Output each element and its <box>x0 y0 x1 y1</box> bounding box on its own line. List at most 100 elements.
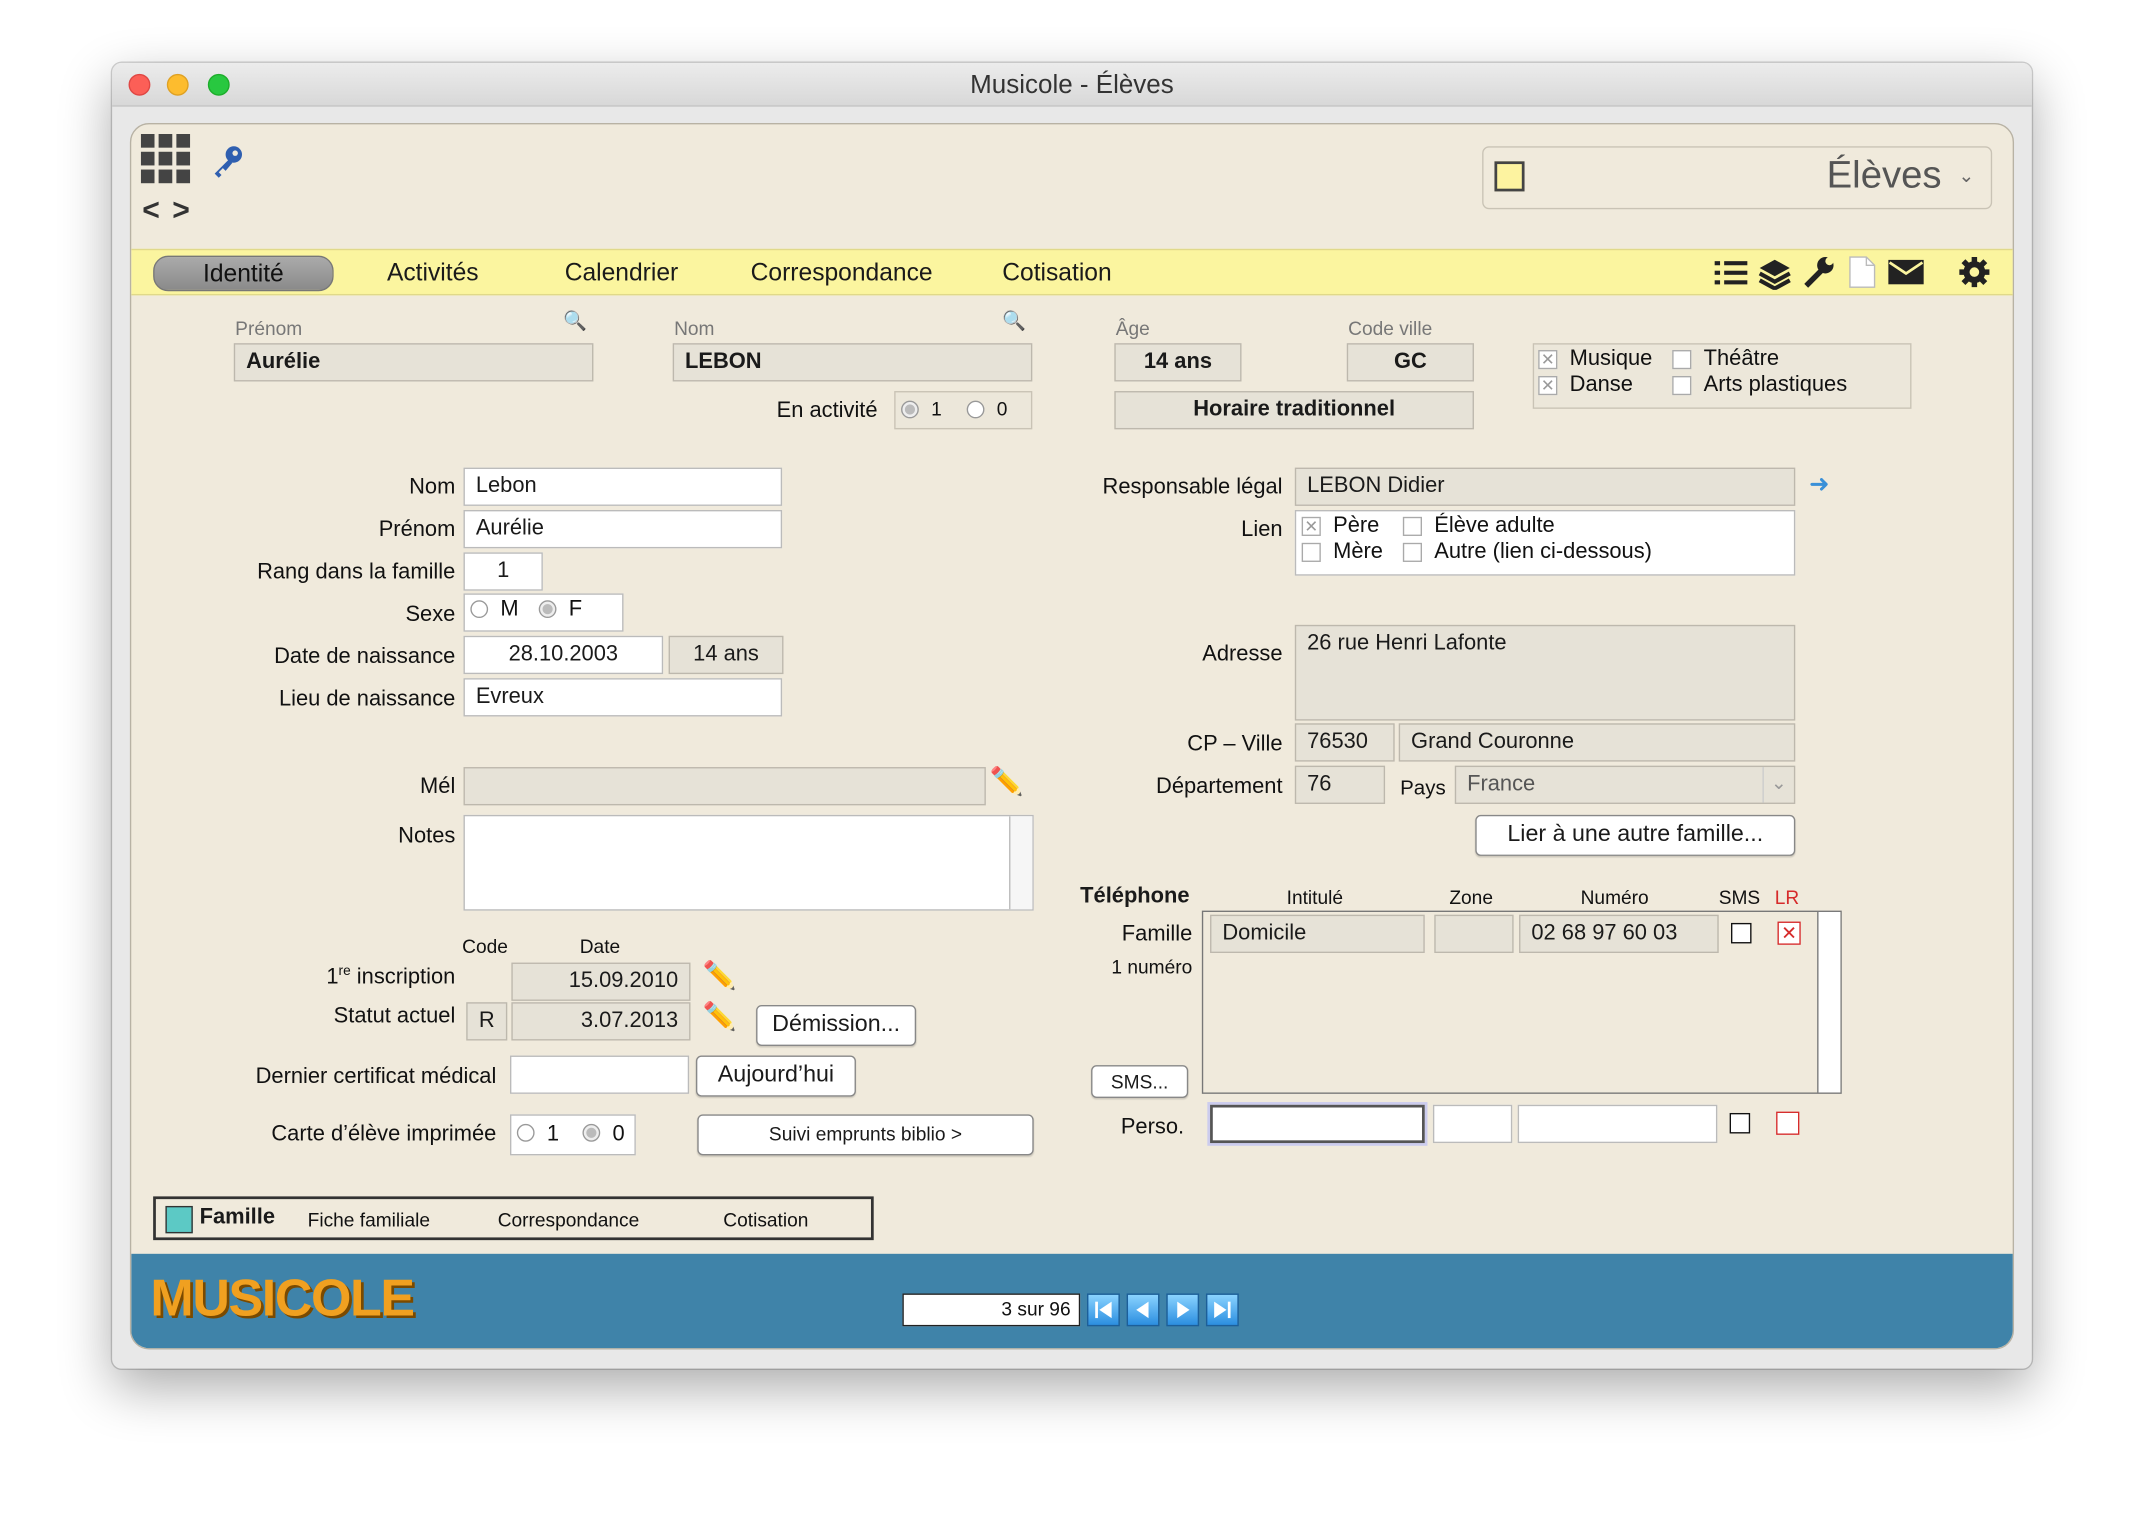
cp-ville-label: CP – Ville <box>1187 732 1283 757</box>
tab-identite[interactable]: Identité <box>153 255 334 292</box>
departement-field[interactable]: 76 <box>1294 765 1386 804</box>
mail-icon[interactable] <box>1888 259 1924 291</box>
lieu-field[interactable]: Evreux <box>463 678 783 717</box>
sexe-m-radio[interactable] <box>470 600 489 619</box>
horaire-field[interactable]: Horaire traditionnel <box>1114 391 1474 430</box>
search-nom-icon[interactable]: 🔍 <box>1002 309 1026 332</box>
eleve-adulte-checkbox[interactable] <box>1402 516 1422 536</box>
edit-inscription-pencil-icon[interactable]: ✏️ <box>703 958 737 992</box>
prev-record-button[interactable] <box>1126 1293 1160 1327</box>
search-prenom-icon[interactable]: 🔍 <box>563 309 587 332</box>
sexe-f-label: F <box>568 597 583 621</box>
edit-mel-pencil-icon[interactable]: ✏️ <box>990 764 1024 798</box>
rang-field[interactable]: 1 <box>463 552 543 591</box>
certif-field[interactable] <box>510 1055 690 1094</box>
cp-field[interactable]: 76530 <box>1294 723 1395 762</box>
title-bar: Musicole - Élèves <box>112 62 2032 107</box>
musique-checkbox[interactable]: ✕ <box>1538 350 1558 370</box>
theatre-checkbox[interactable] <box>1672 350 1692 370</box>
arts-plastiques-label: Arts plastiques <box>1703 373 1848 397</box>
module-title: Élèves <box>1826 153 1942 196</box>
tab-correspondance-famille[interactable]: Correspondance <box>498 1209 640 1231</box>
phone-row-numero[interactable]: 02 68 97 60 03 <box>1519 914 1719 954</box>
ville-field[interactable]: Grand Couronne <box>1398 723 1796 762</box>
nom-header-field[interactable]: LEBON <box>672 343 1033 382</box>
settings-gear-icon[interactable] <box>1958 256 1991 296</box>
perso-zone-field[interactable] <box>1432 1104 1513 1144</box>
tab-activites[interactable]: Activités <box>387 256 479 292</box>
carte-radio-0[interactable] <box>582 1123 601 1142</box>
perso-numero-field[interactable] <box>1517 1104 1718 1144</box>
statut-date-field[interactable]: 3.07.2013 <box>511 1002 691 1041</box>
pere-checkbox[interactable]: ✕ <box>1301 516 1321 536</box>
key-icon[interactable] <box>211 144 247 180</box>
sexe-radio-group: M F <box>463 593 624 632</box>
prenom-field[interactable]: Aurélie <box>463 510 783 549</box>
mere-checkbox[interactable] <box>1301 542 1321 562</box>
apps-grid-icon[interactable] <box>140 133 193 186</box>
notes-field[interactable] <box>463 814 1034 911</box>
suivi-emprunts-button[interactable]: Suivi emprunts biblio > <box>697 1114 1034 1156</box>
prenom-header-field[interactable]: Aurélie <box>233 343 594 382</box>
phone-list-scrollbar[interactable] <box>1817 911 1841 1093</box>
tab-cotisation[interactable]: Cotisation <box>1002 256 1111 292</box>
tab-correspondance[interactable]: Correspondance <box>751 256 933 292</box>
danse-checkbox[interactable]: ✕ <box>1538 376 1558 396</box>
notes-scrollbar[interactable] <box>1009 816 1033 910</box>
phone-row-lr-checkbox[interactable]: ✕ <box>1777 921 1801 945</box>
tab-cotisation-famille[interactable]: Cotisation <box>723 1209 808 1231</box>
carte-radio-1[interactable] <box>516 1123 535 1142</box>
en-activite-radio-0[interactable] <box>966 400 985 419</box>
edit-statut-pencil-icon[interactable]: ✏️ <box>703 999 737 1033</box>
nom-field[interactable]: Lebon <box>463 467 783 506</box>
first-inscription-date[interactable]: 15.09.2010 <box>511 962 691 1001</box>
phone-row-sms-checkbox[interactable] <box>1731 922 1752 944</box>
code-col-label: Code <box>462 935 508 958</box>
disciplines-box: ✕ Musique ✕ Danse Théâtre Arts plastique… <box>1532 343 1912 409</box>
tab-fiche-familiale[interactable]: Fiche familiale <box>308 1209 430 1231</box>
pays-label: Pays <box>1400 776 1446 800</box>
tab-famille[interactable]: Famille <box>200 1206 275 1231</box>
phone-row-intitule[interactable]: Domicile <box>1210 914 1425 954</box>
arts-plastiques-checkbox[interactable] <box>1672 376 1692 396</box>
tab-calendrier[interactable]: Calendrier <box>565 256 679 292</box>
mel-field[interactable] <box>463 767 986 806</box>
statut-code-field[interactable]: R <box>466 1002 508 1041</box>
last-record-button[interactable] <box>1205 1293 1239 1327</box>
dob-field[interactable]: 28.10.2003 <box>463 635 664 675</box>
resp-field[interactable]: LEBON Didier <box>1294 467 1796 506</box>
first-record-button[interactable] <box>1087 1293 1120 1327</box>
autre-checkbox[interactable] <box>1402 542 1422 562</box>
app-window: Musicole - Élèves < > Élèves ⌄ Identité … <box>112 62 2032 1369</box>
nav-next-button[interactable]: > <box>172 193 190 229</box>
perso-sms-checkbox[interactable] <box>1729 1112 1751 1134</box>
pere-label: Père <box>1333 514 1380 538</box>
phone-row-zone[interactable] <box>1434 914 1514 954</box>
adresse-label: Adresse <box>1202 642 1283 666</box>
pays-chevron-down-icon[interactable]: ⌄ <box>1762 767 1793 803</box>
eleve-adulte-label: Élève adulte <box>1434 514 1555 538</box>
nav-prev-button[interactable]: < <box>142 193 160 229</box>
mere-label: Mère <box>1333 540 1383 564</box>
chevron-down-icon: ⌄ <box>1958 164 1975 186</box>
layers-icon[interactable] <box>1758 257 1791 297</box>
perso-lr-checkbox[interactable] <box>1776 1111 1800 1135</box>
dob-age-field: 14 ans <box>668 635 784 675</box>
demission-button[interactable]: Démission... <box>756 1004 917 1046</box>
date-col-label: Date <box>579 935 621 958</box>
next-record-button[interactable] <box>1166 1293 1200 1327</box>
module-selector[interactable]: Élèves ⌄ <box>1482 146 1993 210</box>
aujourdhui-button[interactable]: Aujourd’hui <box>695 1055 856 1097</box>
sms-button[interactable]: SMS... <box>1091 1065 1189 1098</box>
go-arrow-icon[interactable]: ➜ <box>1809 470 1830 499</box>
perso-intitule-field[interactable] <box>1210 1104 1425 1144</box>
en-activite-radio-1[interactable] <box>901 400 919 419</box>
adresse-field[interactable]: 26 rue Henri Lafonte <box>1294 624 1796 721</box>
en-activite-opt-1: 1 <box>931 397 942 420</box>
list-icon[interactable] <box>1714 258 1748 295</box>
pays-select[interactable]: France <box>1454 765 1796 804</box>
sexe-f-radio[interactable] <box>538 600 557 619</box>
lier-famille-button[interactable]: Lier à une autre famille... <box>1475 814 1796 856</box>
document-icon[interactable] <box>1849 256 1876 296</box>
wrench-icon[interactable] <box>1802 256 1835 296</box>
